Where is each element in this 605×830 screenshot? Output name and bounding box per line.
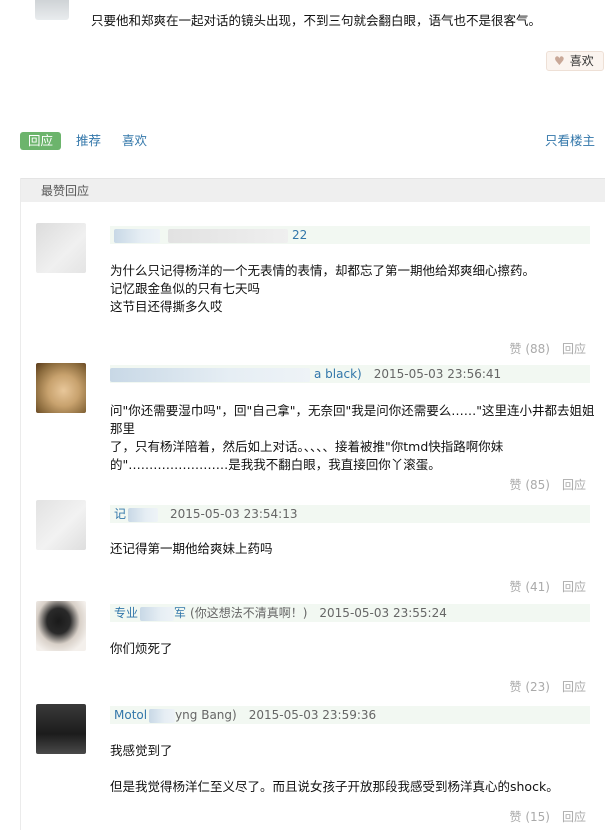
comment-actions: 赞 (15) 回应 (486, 808, 587, 825)
user-signature: (你这想法不清真啊！) (190, 606, 308, 620)
comment-text: 我感觉到了 但是我觉得杨洋仁至义尽了。而且说女孩子开放那段我感受到杨洋真心的sh… (110, 742, 559, 796)
comment-meta: 专业 军 (你这想法不清真啊！) 2015-05-03 23:55:24 (110, 604, 590, 622)
comment-item: a black) 2015-05-03 23:56:41 问"你还需要湿巾吗"，回… (21, 356, 605, 496)
zan-count: (88) (525, 342, 550, 356)
comment-meta: Motol yng Bang) 2015-05-03 23:59:36 (110, 706, 590, 724)
zan-label: 赞 (509, 680, 522, 694)
zan-button[interactable]: 赞 (23) (498, 680, 550, 694)
zan-button[interactable]: 赞 (88) (498, 342, 550, 356)
comment-line: 问"你还需要湿巾吗"，回"自己拿"，无奈回"我是问你还需要么……"这里连小井都去… (110, 403, 595, 436)
comment-item: 专业军 (你这想法不清真啊！) 2015-05-03 23:55:24 你们烦死了 … (21, 598, 605, 698)
comment-text: 问"你还需要湿巾吗"，回"自己拿"，无奈回"我是问你还需要么……"这里连小井都去… (110, 402, 605, 474)
comment-author[interactable]: 专业 (110, 606, 138, 620)
avatar[interactable] (36, 704, 86, 754)
comment-item: 22 为什么只记得杨洋的一个无表情的表情，却都忘了第一期他给郑爽细心擦药。 记忆… (21, 218, 605, 358)
comment-author[interactable]: a black) (310, 367, 362, 381)
comment-time: 2015-05-03 23:56:41 (373, 367, 502, 381)
heart-icon: ♥ (554, 54, 565, 68)
like-label: 喜欢 (569, 54, 594, 68)
zan-count: (15) (525, 810, 550, 824)
comment-line: 我感觉到了 (110, 743, 173, 758)
zan-button[interactable]: 赞 (85) (498, 478, 550, 492)
blurred-username (114, 228, 160, 243)
zan-count: (41) (525, 580, 550, 594)
comment-time: 2015-05-03 23:55:24 (319, 606, 447, 620)
hot-comments-title: 最赞回应 (21, 178, 605, 202)
comment-line: 这节目还得撕多久哎 (110, 299, 223, 314)
zan-label: 赞 (509, 810, 522, 824)
like-button[interactable]: ♥ 喜欢 (546, 51, 604, 71)
comment-text: 为什么只记得杨洋的一个无表情的表情，却都忘了第一期他给郑爽细心擦药。 记忆跟金鱼… (110, 262, 535, 316)
comment-line: 还记得第一期他给爽妹上药吗 (110, 541, 273, 556)
blurred-username (128, 507, 159, 522)
comment-line: 为什么只记得杨洋的一个无表情的表情，却都忘了第一期他给郑爽细心擦药。 (110, 263, 536, 278)
comment-author[interactable]: 军 (174, 606, 186, 620)
post-text: 只要他和郑爽在一起对话的镜头出现，不到三句就会翻白眼，语气也不是很客气。 (91, 13, 542, 28)
zan-count: (23) (525, 680, 550, 694)
hot-comments: 最赞回应 22 为什么只记得杨洋的一个无表情的表情，却都忘了第一期他给郑爽细心擦… (20, 178, 605, 830)
tab-recommend[interactable]: 推荐 (76, 132, 101, 150)
reply-button[interactable]: 回应 (562, 680, 586, 694)
comment-line: 的"……………………是我我不翻白眼，我直接回你丫滚蛋。 (110, 457, 441, 472)
zan-label: 赞 (509, 580, 522, 594)
comment-line: 记忆跟金鱼似的只有七天吗 (110, 281, 261, 296)
zan-count: (85) (525, 478, 550, 492)
reply-button[interactable]: 回应 (562, 342, 586, 356)
avatar[interactable] (36, 601, 86, 651)
tab-like[interactable]: 喜欢 (122, 132, 147, 150)
zan-label: 赞 (509, 478, 522, 492)
comment-author[interactable]: 22 (288, 228, 307, 242)
comment-actions: 赞 (88) 回应 (486, 340, 587, 357)
blurred-username (168, 228, 288, 243)
only-op-link[interactable]: 只看楼主 (545, 132, 595, 150)
comment-tabs: 回应 推荐 喜欢 只看楼主 (20, 132, 605, 152)
top-post: 只要他和郑爽在一起对话的镜头出现，不到三句就会翻白眼，语气也不是很客气。 ♥ 喜欢 (0, 0, 605, 120)
comment-time: 2015-05-03 23:54:13 (170, 507, 298, 521)
comment-line: 你们烦死了 (110, 641, 173, 656)
comment-meta: a black) 2015-05-03 23:56:41 (110, 365, 590, 383)
zan-button[interactable]: 赞 (15) (498, 810, 550, 824)
comment-item: Motol yng Bang) 2015-05-03 23:59:36 我感觉到了 … (21, 700, 605, 830)
comment-actions: 赞 (85) 回应 (486, 476, 587, 493)
comment-author[interactable]: Motol (110, 708, 147, 722)
avatar[interactable] (36, 500, 86, 550)
tab-reply[interactable]: 回应 (20, 132, 62, 150)
comment-author[interactable]: yng Bang) (175, 708, 237, 722)
reply-button[interactable]: 回应 (562, 810, 586, 824)
comment-actions: 赞 (23) 回应 (486, 678, 587, 695)
comment-author[interactable]: 记 (110, 507, 126, 521)
comment-text: 还记得第一期他给爽妹上药吗 (110, 540, 273, 558)
comment-time: 2015-05-03 23:59:36 (248, 708, 377, 722)
avatar[interactable] (35, 0, 69, 20)
zan-label: 赞 (509, 342, 522, 356)
comment-actions: 赞 (41) 回应 (486, 578, 587, 595)
comment-meta: 记 2015-05-03 23:54:13 (110, 505, 590, 523)
comment-meta: 22 (110, 226, 590, 244)
comment-text: 你们烦死了 (110, 640, 173, 658)
comment-line: 但是我觉得杨洋仁至义尽了。而且说女孩子开放那段我感受到杨洋真心的shock。 (110, 779, 559, 794)
zan-button[interactable]: 赞 (41) (498, 580, 550, 594)
blurred-username (110, 367, 310, 382)
comment-line (110, 760, 559, 778)
reply-button[interactable]: 回应 (562, 580, 586, 594)
avatar[interactable] (36, 363, 86, 413)
comment-line: 了，只有杨洋陪着，然后如上对话。、、、、接着被推"你tmd快指路啊你妹 (110, 439, 504, 454)
comment-item: 记 2015-05-03 23:54:13 还记得第一期他给爽妹上药吗 赞 (41… (21, 500, 605, 600)
blurred-username (140, 606, 175, 621)
reply-button[interactable]: 回应 (562, 478, 586, 492)
blurred-username (149, 708, 176, 723)
avatar[interactable] (36, 223, 86, 273)
